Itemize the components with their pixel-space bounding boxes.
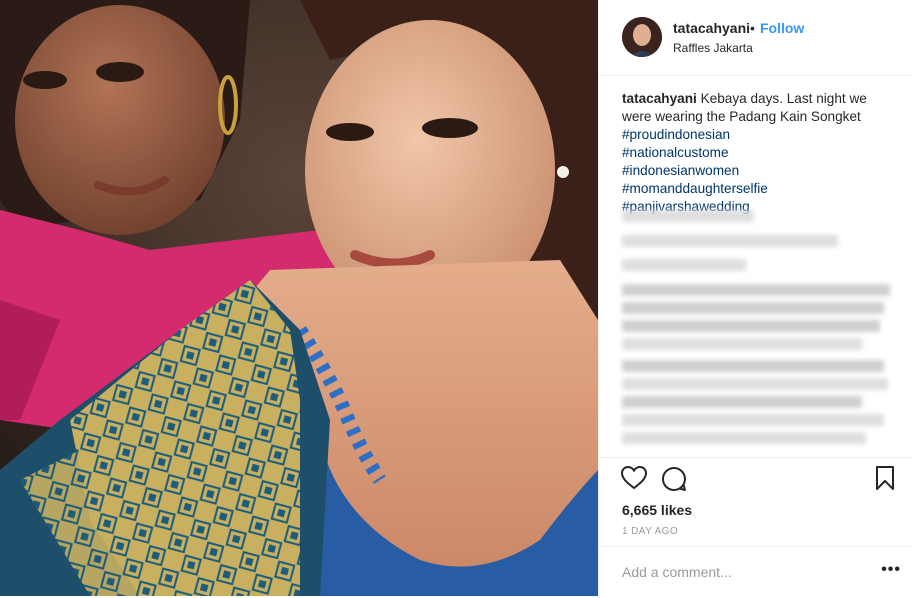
post-photo[interactable]: [0, 0, 598, 596]
location-link[interactable]: Raffles Jakarta: [673, 41, 753, 55]
action-section: 6,665 likes 1 DAY AGO •••: [599, 457, 912, 597]
heart-icon[interactable]: [620, 465, 648, 495]
post-header: tatacahyani • Follow Raffles Jakarta: [599, 0, 912, 76]
hashtag-link[interactable]: #momanddaughterselfie: [622, 180, 894, 198]
follow-button[interactable]: Follow: [760, 20, 804, 36]
post-timestamp[interactable]: 1 DAY AGO: [622, 526, 678, 537]
comment-input[interactable]: [622, 562, 862, 582]
comment-icon[interactable]: [661, 466, 687, 497]
separator-dot: •: [750, 20, 755, 36]
hashtag-link[interactable]: #nationalcustome: [622, 144, 894, 162]
hashtag-link[interactable]: #proudindonesian: [622, 126, 894, 144]
instagram-post: tatacahyani • Follow Raffles Jakarta tat…: [0, 0, 912, 596]
hashtag-link[interactable]: #indonesianwomen: [622, 162, 894, 180]
caption-username[interactable]: tatacahyani: [622, 91, 697, 106]
avatar[interactable]: [622, 17, 662, 57]
avatar-image: [622, 17, 662, 57]
post-sidebar: tatacahyani • Follow Raffles Jakarta tat…: [598, 0, 912, 596]
comment-bar: •••: [599, 546, 912, 598]
selfie-image: [0, 0, 598, 596]
more-options-button[interactable]: •••: [881, 561, 901, 579]
username-link[interactable]: tatacahyani: [673, 20, 750, 36]
bookmark-icon[interactable]: [875, 466, 895, 495]
caption: tatacahyani Kebaya days. Last night we w…: [622, 90, 894, 216]
likes-count[interactable]: 6,665 likes: [622, 502, 692, 518]
